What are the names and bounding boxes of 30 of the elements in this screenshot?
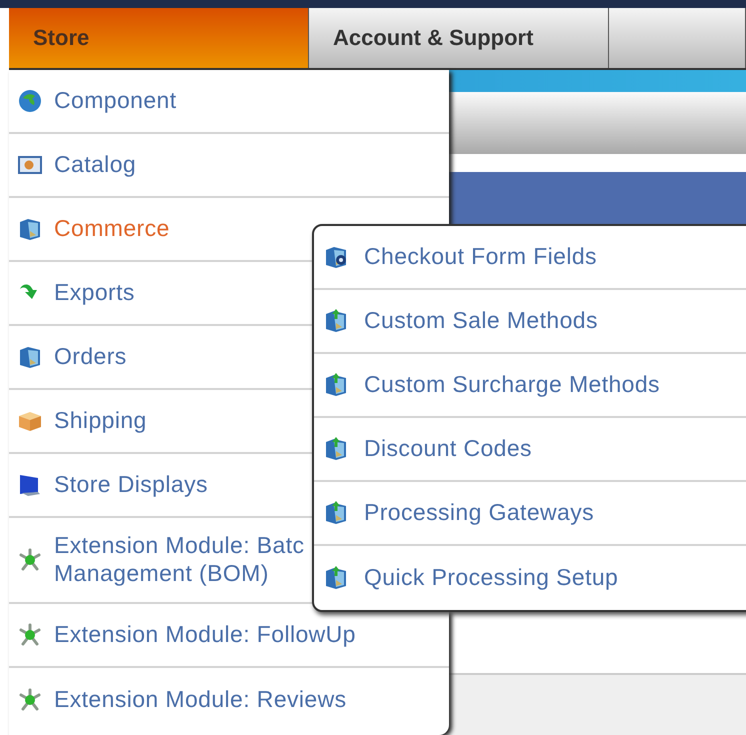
cube-arrow-icon xyxy=(324,501,348,525)
menu-item-label: Extension Module: Batc Management (BOM) xyxy=(54,532,304,588)
catalog-icon xyxy=(18,153,42,177)
cube-arrow-icon xyxy=(324,309,348,333)
menu-item-label: Exports xyxy=(54,279,135,307)
molecule-icon xyxy=(18,623,42,647)
menu-item[interactable]: Component xyxy=(9,70,449,134)
parcel-icon xyxy=(18,409,42,433)
cube-arrow-icon xyxy=(324,373,348,397)
cube-icon xyxy=(18,217,42,241)
menu-item[interactable]: Extension Module: Reviews xyxy=(9,668,449,732)
menu-item-label: Extension Module: Reviews xyxy=(54,686,347,714)
monitor-icon xyxy=(18,473,42,497)
cube-icon xyxy=(18,345,42,369)
menu-item-label: Commerce xyxy=(54,215,170,243)
menu-item-label: Extension Module: FollowUp xyxy=(54,621,356,649)
molecule-icon xyxy=(18,688,42,712)
nav-tab[interactable]: Account & Support xyxy=(309,8,609,68)
menu-item-label: Catalog xyxy=(54,151,136,179)
menu-item[interactable]: Catalog xyxy=(9,134,449,198)
menu-item-label: Component xyxy=(54,87,177,115)
nav-tab[interactable]: Store xyxy=(9,8,309,68)
molecule-icon xyxy=(18,548,42,572)
menu-item-label: Orders xyxy=(54,343,127,371)
cube-arrow-icon xyxy=(324,437,348,461)
cube-gear-icon xyxy=(324,245,348,269)
globe-icon xyxy=(18,89,42,113)
menu-item-label: Store Displays xyxy=(54,471,208,499)
menu-item-label: Shipping xyxy=(54,407,147,435)
cube-arrow-icon xyxy=(324,566,348,590)
